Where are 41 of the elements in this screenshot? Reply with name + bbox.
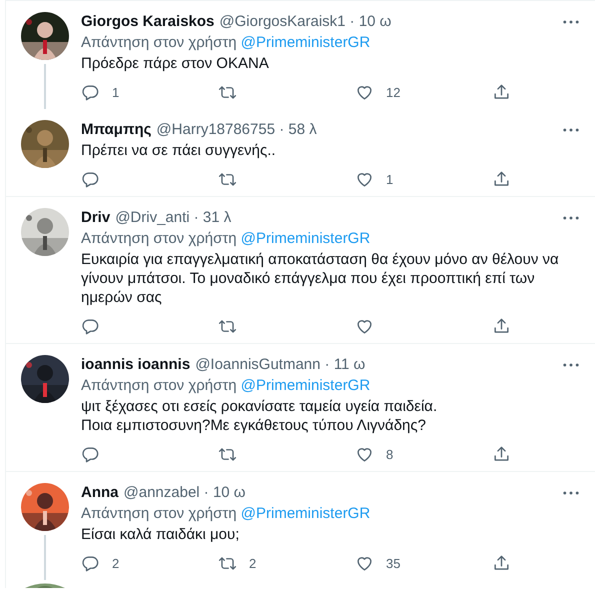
handle-and-time: @Driv_anti · 31 λ bbox=[115, 208, 232, 228]
like-count: 12 bbox=[386, 84, 400, 100]
tweet-text: ψιτ ξέχασες οτι εσείς ροκανίσατε ταμεία υγεία παιδεία. Ποια εμπιστοσυνη?Με εγκάθετους τύπου Λιγνάδης? bbox=[81, 397, 438, 435]
more-icon[interactable] bbox=[563, 128, 579, 132]
user-name[interactable]: Anna bbox=[81, 483, 118, 503]
retweet-count: 2 bbox=[249, 556, 256, 570]
reply-to-label: Απάντηση στον χρήστη bbox=[81, 230, 237, 247]
tweet-text: Ευκαιρία για επαγγελματική αποκατάσταση θα έχουν μόνο αν θέλουν να γίνουν μπάτσοι. Το μοναδικό επάγγελμα που έχει προοπτική επί των ημερών σας bbox=[81, 250, 560, 307]
handle-and-time: @annzabel · 10 ω bbox=[124, 483, 247, 503]
more-icon[interactable] bbox=[563, 20, 579, 24]
like-count: 8 bbox=[386, 446, 394, 462]
reply-count: 1 bbox=[112, 84, 120, 100]
reply-icon[interactable] bbox=[81, 554, 100, 572]
share-icon[interactable] bbox=[492, 316, 511, 336]
share-icon[interactable] bbox=[492, 554, 511, 572]
reply-to-label: Απάντηση στον χρήστη bbox=[81, 34, 237, 51]
more-icon[interactable] bbox=[563, 491, 579, 495]
tweet-text: Είσαι καλά παιδάκι μου; bbox=[81, 525, 240, 544]
share-icon[interactable] bbox=[492, 82, 511, 102]
tweet-text: Πρέπει να σε πάει συγγενής.. bbox=[81, 141, 277, 160]
share-icon[interactable] bbox=[492, 444, 511, 464]
like-count: 35 bbox=[386, 556, 400, 570]
user-name[interactable]: ioannis ioannis bbox=[81, 355, 190, 375]
tweet-text: Πρόεδρε πάρε στον ΟΚΑΝΑ bbox=[81, 54, 270, 73]
reply-icon[interactable] bbox=[81, 444, 100, 464]
share-icon[interactable] bbox=[492, 170, 511, 188]
more-icon[interactable] bbox=[563, 363, 579, 367]
like-count: 1 bbox=[386, 172, 394, 186]
handle-and-time: @Harry18786755 · 58 λ bbox=[156, 120, 318, 140]
user-name[interactable]: Giorgos Karaiskos bbox=[81, 12, 214, 32]
reply-icon[interactable] bbox=[81, 316, 100, 336]
reply-icon[interactable] bbox=[81, 82, 100, 102]
user-name[interactable]: Driv bbox=[81, 208, 110, 228]
handle-and-time: @GiorgosKaraisk1 · 10 ω bbox=[219, 12, 392, 32]
user-name[interactable]: Μπαμπης bbox=[81, 120, 152, 140]
reply-to-label: Απάντηση στον χρήστη bbox=[81, 505, 237, 522]
reply-icon[interactable] bbox=[81, 170, 100, 188]
handle-and-time: @IoannisGutmann · 11 ω bbox=[195, 355, 366, 375]
more-icon[interactable] bbox=[563, 216, 579, 220]
reply-count: 2 bbox=[112, 556, 120, 570]
reply-to-label: Απάντηση στον χρήστη bbox=[81, 377, 237, 394]
